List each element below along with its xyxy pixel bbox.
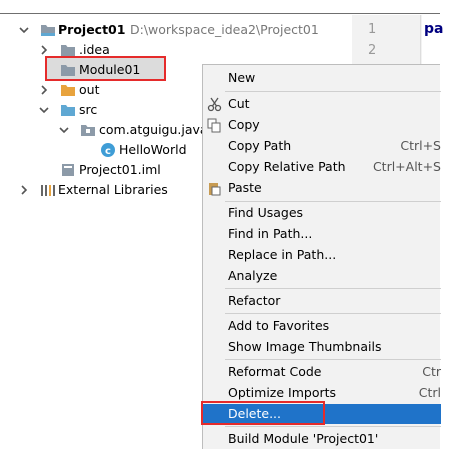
line-number: 1 xyxy=(368,22,377,37)
java-class-icon: c xyxy=(100,142,116,157)
menu-separator xyxy=(225,201,441,202)
menu-item-build-module[interactable]: Build Module 'Project01' xyxy=(203,429,441,449)
tree-item-label: External Libraries xyxy=(58,182,168,197)
menu-item-replace-in-path[interactable]: Replace in Path... xyxy=(203,245,441,265)
menu-item-paste[interactable]: Paste xyxy=(203,178,441,198)
shortcut-label: Ctr xyxy=(422,364,441,379)
context-menu: New Cut Copy Copy Path Ctrl+S Copy Relat… xyxy=(202,64,441,449)
menu-separator xyxy=(225,288,441,289)
chevron-down-icon[interactable] xyxy=(18,24,30,36)
module-file-icon xyxy=(60,163,76,177)
menu-item-show-image-thumbnails[interactable]: Show Image Thumbnails xyxy=(203,337,441,357)
line-number-gutter: 1 2 xyxy=(352,15,422,65)
shortcut-label: Ctrl+Alt+S xyxy=(372,159,441,174)
window-top-border xyxy=(0,13,440,14)
menu-separator xyxy=(225,359,441,360)
svg-text:c: c xyxy=(105,146,111,157)
tree-item-label: Project01.iml xyxy=(79,162,161,177)
chevron-right-icon[interactable] xyxy=(18,184,30,196)
menu-separator xyxy=(225,91,441,92)
menu-separator xyxy=(225,426,441,427)
menu-item-reformat-code[interactable]: Reformat Code Ctr xyxy=(203,362,441,382)
tree-item-label: com.atguigu.java xyxy=(99,122,208,137)
library-icon xyxy=(40,183,56,197)
menu-item-find-usages[interactable]: Find Usages xyxy=(203,203,441,223)
project-path: D:\workspace_idea2\Project01 xyxy=(130,22,319,37)
folder-icon xyxy=(60,43,76,57)
shortcut-label: Ctrl xyxy=(418,385,441,400)
menu-item-copy-relative-path[interactable]: Copy Relative Path Ctrl+Alt+S xyxy=(203,157,441,177)
menu-item-analyze[interactable]: Analyze xyxy=(203,266,441,286)
copy-icon xyxy=(207,118,222,133)
chevron-right-icon[interactable] xyxy=(38,84,50,96)
project-folder-icon xyxy=(40,23,56,37)
tree-item-label: out xyxy=(79,82,100,97)
delete-annotation-box xyxy=(201,401,325,425)
module01-annotation-box xyxy=(45,56,166,81)
menu-item-find-in-path[interactable]: Find in Path... xyxy=(203,224,441,244)
package-icon xyxy=(80,123,96,137)
folder-icon xyxy=(60,83,76,97)
tree-item-label: HelloWorld xyxy=(119,142,187,157)
gutter-separator xyxy=(420,15,421,65)
menu-item-copy[interactable]: Copy xyxy=(203,115,441,135)
shortcut-label: Ctrl+S xyxy=(400,138,441,153)
line-number: 2 xyxy=(368,43,377,58)
menu-item-optimize-imports[interactable]: Optimize Imports Ctrl xyxy=(203,383,441,403)
source-folder-icon xyxy=(60,103,76,117)
menu-item-refactor[interactable]: Refactor xyxy=(203,291,441,311)
menu-item-new[interactable]: New xyxy=(203,68,441,88)
chevron-down-icon[interactable] xyxy=(58,124,70,136)
chevron-down-icon[interactable] xyxy=(38,104,50,116)
menu-item-add-to-favorites[interactable]: Add to Favorites xyxy=(203,316,441,336)
project-name: Project01 xyxy=(58,22,126,37)
tree-item-label: src xyxy=(79,102,98,117)
code-fragment: pa xyxy=(424,21,444,37)
menu-item-cut[interactable]: Cut xyxy=(203,94,441,114)
menu-separator xyxy=(225,313,441,314)
chevron-right-icon[interactable] xyxy=(38,44,50,56)
scissors-icon xyxy=(207,97,222,112)
clipboard-icon xyxy=(207,181,222,196)
menu-item-copy-path[interactable]: Copy Path Ctrl+S xyxy=(203,136,441,156)
